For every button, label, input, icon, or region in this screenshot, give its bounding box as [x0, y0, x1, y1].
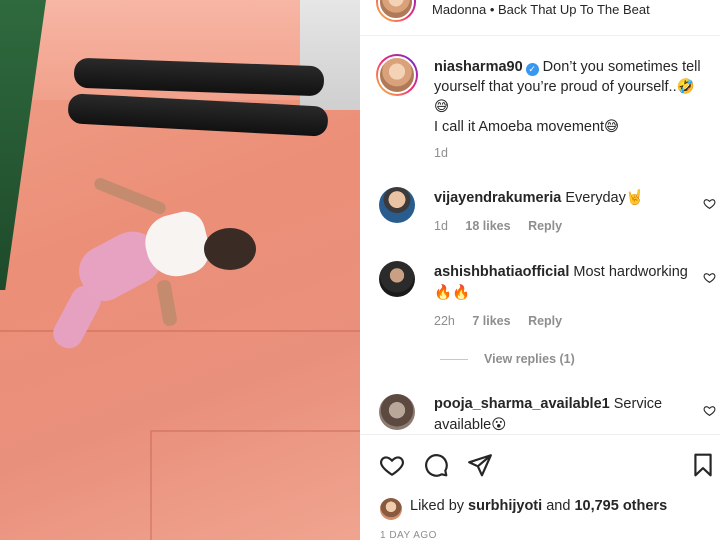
- likes-user[interactable]: surbhijyoti: [468, 498, 542, 514]
- comment-item: ashishbhatiaofficial Most hardworking 🔥🔥: [434, 262, 694, 304]
- comment-reply-button[interactable]: Reply: [528, 219, 562, 233]
- comment-icon[interactable]: [423, 452, 449, 478]
- likes-others[interactable]: 10,795 others: [574, 498, 667, 514]
- view-replies-label: View replies (1): [484, 352, 575, 366]
- comment-meta: 1d 18 likes Reply: [434, 219, 576, 233]
- heart-icon[interactable]: [379, 452, 405, 478]
- caption-username[interactable]: niasharma90: [434, 59, 523, 75]
- comment-avatar[interactable]: [379, 187, 415, 223]
- comment-time[interactable]: 22h: [434, 314, 455, 328]
- video-green-wall: [0, 0, 46, 290]
- comment-likes[interactable]: 18 likes: [465, 219, 510, 233]
- liked-by-avatar[interactable]: [380, 498, 402, 520]
- comment-like-heart-icon[interactable]: [702, 197, 716, 211]
- share-icon[interactable]: [467, 452, 493, 478]
- view-replies-button[interactable]: View replies (1): [440, 352, 575, 366]
- post-side-panel: Madonna • Back That Up To The Beat niash…: [360, 0, 720, 540]
- video-person-arm: [92, 176, 168, 216]
- comment-item: vijayendrakumeria Everyday🤘: [434, 188, 694, 209]
- caption-time[interactable]: 1d: [434, 146, 448, 160]
- post-video[interactable]: [0, 0, 360, 540]
- post-action-bar: [360, 434, 720, 496]
- comment-reply-button[interactable]: Reply: [528, 314, 562, 328]
- comment-like-heart-icon[interactable]: [702, 404, 716, 418]
- comment-avatar[interactable]: [379, 261, 415, 297]
- comment-likes[interactable]: 7 likes: [472, 314, 510, 328]
- likes-summary: Liked by surbhijyoti and 10,795 others: [410, 498, 667, 514]
- post-caption: niasharma90 ✓ Don’t you sometimes tell you…: [434, 57, 706, 137]
- caption-meta: 1d: [434, 146, 462, 160]
- comment-like-heart-icon[interactable]: [702, 271, 716, 285]
- video-person-head: [204, 228, 256, 270]
- video-mat-seam: [150, 430, 360, 432]
- comment-meta: 22h 7 likes Reply: [434, 314, 576, 328]
- post-date[interactable]: 1 DAY AGO: [380, 530, 437, 540]
- comment-username[interactable]: ashishbhatiaofficial: [434, 264, 569, 280]
- bookmark-icon[interactable]: [690, 452, 716, 478]
- video-person-arm: [156, 279, 178, 327]
- comment-text: Everyday🤘: [565, 190, 644, 206]
- comment-item: pooja_sharma_available1 Service availabl…: [434, 394, 694, 434]
- caption-author-avatar[interactable]: [376, 54, 418, 96]
- likes-and: and: [546, 498, 571, 514]
- comment-time[interactable]: 1d: [434, 219, 448, 233]
- audio-track[interactable]: Madonna • Back That Up To The Beat: [432, 2, 650, 17]
- likes-prefix: Liked by: [410, 498, 465, 514]
- post-header: Madonna • Back That Up To The Beat: [360, 0, 720, 36]
- comment-username[interactable]: vijayendrakumeria: [434, 190, 561, 206]
- author-avatar[interactable]: [376, 0, 416, 22]
- view-replies-divider: [440, 359, 468, 361]
- verified-badge-icon: ✓: [525, 63, 539, 76]
- caption-text-line2: I call it Amoeba movement😅: [434, 119, 620, 135]
- comment-username[interactable]: pooja_sharma_available1: [434, 396, 610, 412]
- video-mat-seam: [150, 432, 152, 540]
- comment-clip-area: pooja_sharma_available1 Service availabl…: [360, 390, 720, 434]
